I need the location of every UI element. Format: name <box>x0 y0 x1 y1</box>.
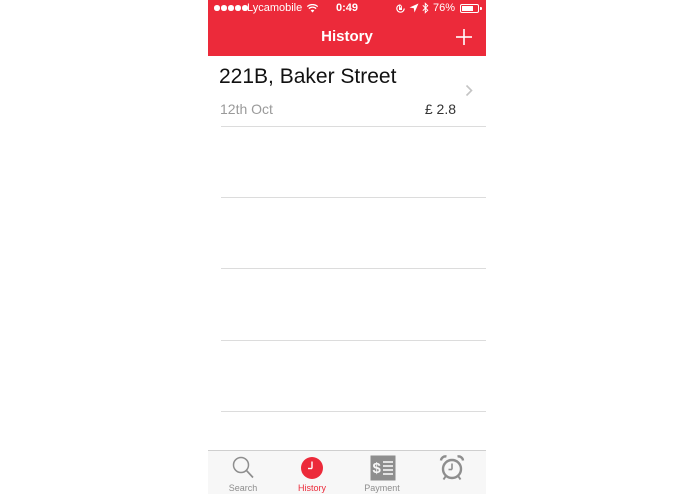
phone-screen: Lycamobile 0:49 76% History 221B, Baker … <box>208 0 486 494</box>
battery-icon <box>460 4 479 13</box>
rotation-lock-icon <box>395 3 406 17</box>
chevron-right-icon <box>465 84 473 102</box>
battery-tip <box>480 7 482 10</box>
row-separator <box>221 268 486 269</box>
status-bar: Lycamobile 0:49 76% <box>208 0 486 18</box>
row-separator <box>221 411 486 412</box>
battery-level <box>462 6 474 11</box>
row-separator <box>221 340 486 341</box>
receipt-dollar-icon: $ <box>370 455 396 481</box>
add-button[interactable] <box>452 25 476 49</box>
bluetooth-icon <box>422 2 429 17</box>
tab-label: Search <box>228 483 258 493</box>
stage: Lycamobile 0:49 76% History 221B, Baker … <box>0 0 695 494</box>
magnifier-icon <box>231 455 255 481</box>
tab-history[interactable]: History <box>277 451 347 494</box>
tab-payment[interactable]: $ Payment <box>347 451 417 494</box>
history-row[interactable]: 221B, Baker Street 12th Oct £ 2.8 <box>208 56 486 126</box>
row-separator <box>221 197 486 198</box>
history-list: 221B, Baker Street 12th Oct £ 2.8 <box>208 56 486 126</box>
tab-label: History <box>297 483 326 493</box>
battery-percentage: 76% <box>433 2 456 14</box>
page-title: History <box>321 28 373 45</box>
row-separator <box>221 126 486 127</box>
svg-text:$: $ <box>373 460 382 477</box>
alarm-clock-icon <box>439 455 465 481</box>
tab-label: Payment <box>364 483 400 493</box>
tab-search[interactable]: Search <box>208 451 278 494</box>
navigation-bar: History <box>208 18 486 56</box>
location-arrow-icon <box>409 3 419 16</box>
tab-bar: Search History $ Payment <box>208 450 486 494</box>
plus-icon <box>456 29 472 45</box>
clock-icon <box>300 455 324 481</box>
history-price: £ 2.8 <box>424 101 456 117</box>
history-date: 12th Oct <box>220 101 273 117</box>
history-address: 221B, Baker Street <box>219 65 397 88</box>
tab-alarm[interactable] <box>416 451 486 494</box>
